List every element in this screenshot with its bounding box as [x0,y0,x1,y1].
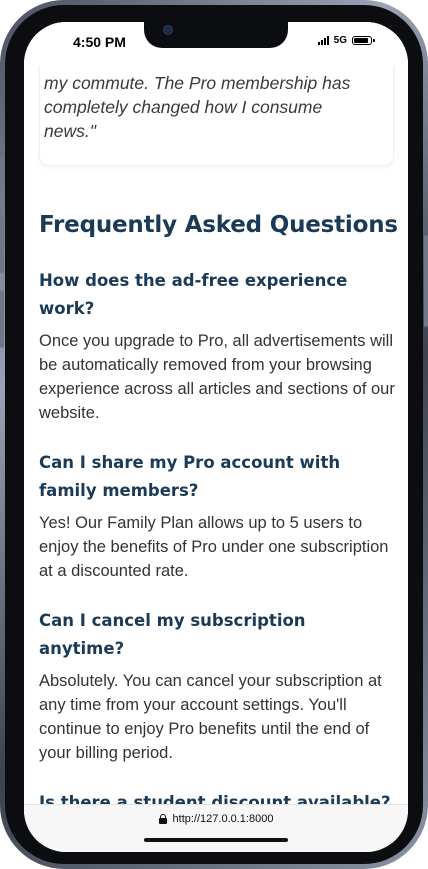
network-label: 5G [333,35,347,46]
volume-down-button [0,290,4,348]
faq-question: How does the ad-free experience work? [39,271,348,318]
lock-icon [158,814,167,824]
testimonial-text: my commute. The Pro membership has compl… [44,73,351,141]
faq-question: Can I cancel my subscription anytime? [39,611,306,658]
faq-answer: Yes! Our Family Plan allows up to 5 user… [39,514,389,580]
camera-icon [163,25,173,35]
faq-item: How does the ad-free experience work? On… [39,267,395,425]
page-content[interactable]: my commute. The Pro membership has compl… [24,22,408,804]
faq-heading: Frequently Asked Questions [39,212,398,238]
faq-answer: Absolutely. You can cancel your subscrip… [39,672,382,762]
faq-item: Is there a student discount available? [39,789,395,804]
battery-icon [352,36,375,45]
screen: my commute. The Pro membership has compl… [24,22,408,852]
power-button [424,235,428,327]
faq-question: Can I share my Pro account with family m… [39,453,341,500]
faq-question: Is there a student discount available? [39,793,391,804]
volume-up-button [0,215,4,273]
signal-icon [317,36,329,45]
faq-item: Can I share my Pro account with family m… [39,449,395,583]
browser-url-bar[interactable]: http://127.0.0.1:8000 [24,804,408,852]
mute-switch [0,158,4,188]
status-time: 4:50 PM [73,34,126,50]
url-text[interactable]: http://127.0.0.1:8000 [173,813,274,825]
home-indicator[interactable] [144,838,288,842]
faq-item: Can I cancel my subscription anytime? Ab… [39,607,395,765]
status-icons: 5G [317,35,375,46]
faq-answer: Once you upgrade to Pro, all advertiseme… [39,332,395,422]
